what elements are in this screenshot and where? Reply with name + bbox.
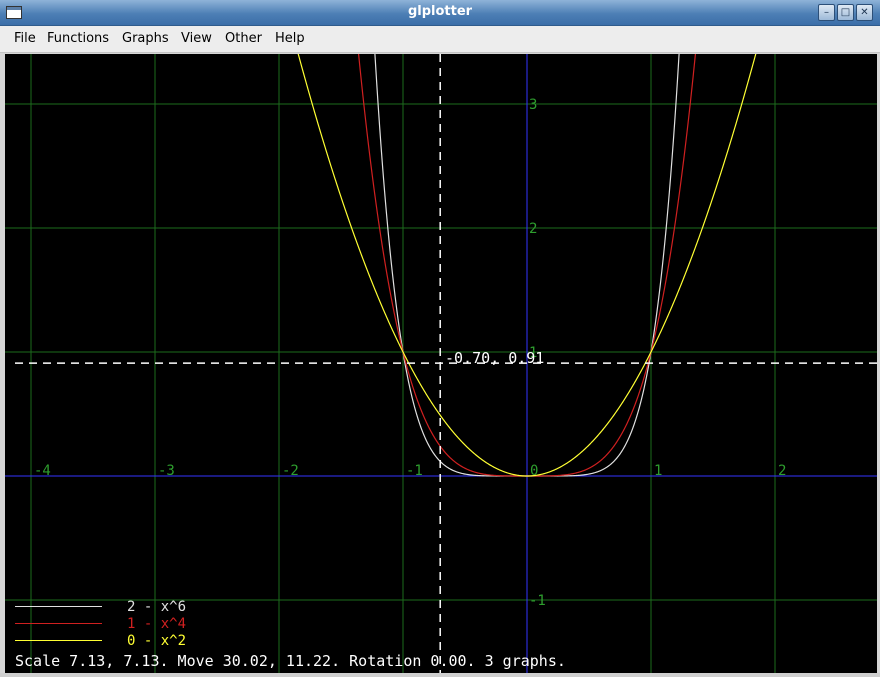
legend-item: 1 - x^4 xyxy=(15,616,295,633)
x-tick-label: -4 xyxy=(34,463,51,479)
window-border xyxy=(0,673,880,677)
y-tick-label: 3 xyxy=(529,97,537,113)
legend-label: 2 - x^6 xyxy=(127,599,187,615)
y-tick-label: -1 xyxy=(529,593,546,609)
x-tick-label: 1 xyxy=(654,463,662,479)
menu-view[interactable]: View xyxy=(181,31,212,46)
menu-bar: File Functions Graphs View Other Help xyxy=(0,26,880,53)
minimize-icon[interactable]: – xyxy=(818,4,835,21)
y-tick-label: 2 xyxy=(529,221,537,237)
legend-label: 1 - x^4 xyxy=(127,616,187,632)
cursor-coordinates: -0.70, 0.91 xyxy=(445,349,545,367)
x-tick-label: 2 xyxy=(778,463,786,479)
plot-canvas[interactable]: -4 -3 -2 -1 0 1 2 3 2 1 -1 -0.70, 0.91 2 - x^6 1 -… xyxy=(5,54,877,673)
menu-file[interactable]: File xyxy=(14,31,36,46)
close-icon[interactable]: ✕ xyxy=(856,4,873,21)
title-bar: glplotter – □ ✕ xyxy=(0,0,880,26)
x-tick-label: -2 xyxy=(282,463,299,479)
status-bar: Scale 7.13, 7.13. Move 30.02, 11.22. Rot… xyxy=(15,652,566,670)
x-tick-label: -3 xyxy=(158,463,175,479)
legend-label: 0 - x^2 xyxy=(127,633,187,649)
legend-line xyxy=(15,606,102,607)
plot-svg: -4 -3 -2 -1 0 1 2321-1 xyxy=(5,54,877,673)
legend-item: 2 - x^6 xyxy=(15,599,295,616)
menu-other[interactable]: Other xyxy=(225,31,262,46)
legend: 2 - x^6 1 - x^4 0 - x^2 xyxy=(15,599,295,650)
menu-graphs[interactable]: Graphs xyxy=(122,31,169,46)
legend-line xyxy=(15,640,102,641)
legend-item: 0 - x^2 xyxy=(15,633,295,650)
x-tick-label: -1 xyxy=(406,463,423,479)
menu-functions[interactable]: Functions xyxy=(47,31,109,46)
menu-help[interactable]: Help xyxy=(275,31,305,46)
window-title: glplotter xyxy=(407,4,473,19)
legend-line xyxy=(15,623,102,624)
maximize-icon[interactable]: □ xyxy=(837,4,854,21)
